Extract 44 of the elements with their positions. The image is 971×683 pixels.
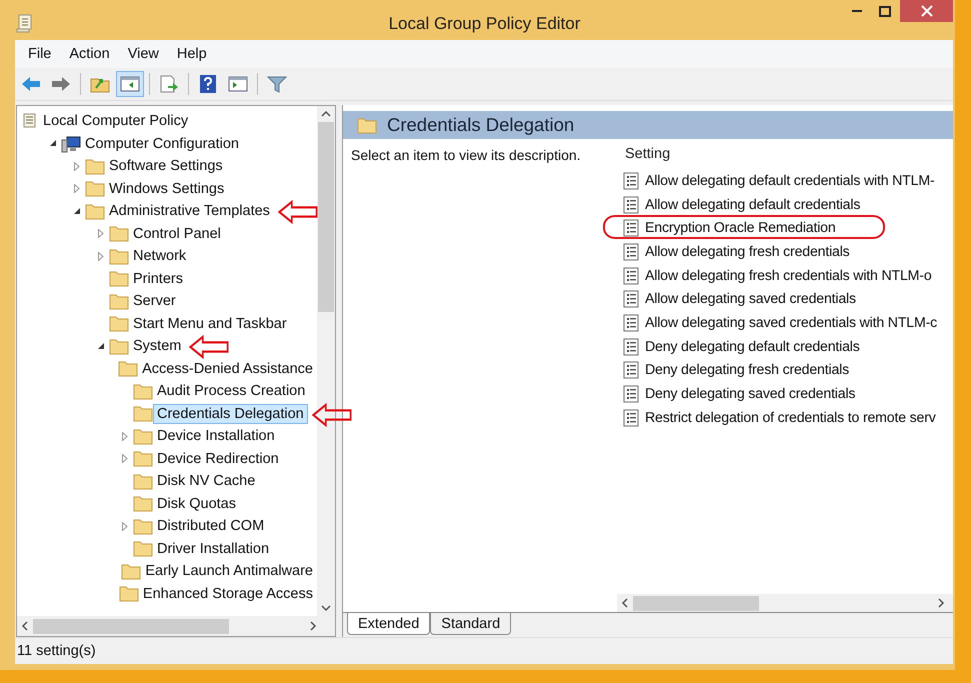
setting-item[interactable]: Allow delegating saved credentials with NTLM-c <box>645 314 938 331</box>
tree-item[interactable]: Enhanced Storage Access <box>138 584 317 604</box>
setting-item[interactable]: Deny delegating fresh credentials <box>645 362 849 378</box>
tree-item[interactable]: Administrative Templates <box>105 201 274 222</box>
setting-item[interactable]: Encryption Oracle Remediation <box>645 220 836 236</box>
pane-title: Credentials Delegation <box>387 114 574 136</box>
view-tab[interactable]: Extended <box>347 613 430 635</box>
tree-item[interactable]: Driver Installation <box>153 538 274 559</box>
tree-item[interactable]: Device Redirection <box>153 448 283 469</box>
menu-item[interactable]: File <box>19 46 60 62</box>
tree-item[interactable]: Server <box>129 291 180 312</box>
description-text: Select an item to view its description. <box>351 147 581 163</box>
tree-item[interactable]: Device Installation <box>153 426 279 446</box>
window-title: Local Group Policy Editor <box>388 14 580 34</box>
setting-item[interactable]: Allow delegating saved credentials <box>645 291 856 308</box>
setting-item[interactable]: Allow delegating default credentials <box>645 196 860 213</box>
tree-item[interactable]: System <box>129 336 186 356</box>
view-tab[interactable]: Standard <box>430 613 512 635</box>
tree-item[interactable]: Printers <box>129 268 187 289</box>
setting-item[interactable]: Restrict delegation of credentials to remote serv <box>645 410 936 426</box>
tree-item[interactable]: Control Panel <box>129 224 225 244</box>
tree-item[interactable]: Distributed COM <box>153 516 268 536</box>
setting-item[interactable]: Allow delegating fresh credentials with NTLM-o <box>645 268 932 284</box>
setting-item[interactable]: Allow delegating fresh credentials <box>645 244 850 260</box>
tree-item[interactable]: Audit Process Creation <box>153 381 310 402</box>
tree-item[interactable]: Computer Configuration <box>81 134 243 154</box>
menu-item[interactable]: Action <box>60 46 119 62</box>
column-header[interactable]: Setting <box>625 146 670 162</box>
tree-item[interactable]: Early Launch Antimalware <box>141 561 317 582</box>
tree-item[interactable]: Credentials Delegation <box>153 404 308 424</box>
tree-item[interactable]: Start Menu and Taskbar <box>129 314 291 334</box>
tree-item[interactable]: Windows Settings <box>105 178 228 199</box>
tree-item[interactable]: Local Computer Policy <box>39 111 192 132</box>
tree-item[interactable]: Disk NV Cache <box>153 471 260 492</box>
tree-item[interactable]: Disk Quotas <box>153 494 240 514</box>
setting-item[interactable]: Allow delegating default credentials with NTLM- <box>645 172 934 189</box>
tree-item[interactable]: Network <box>129 246 190 266</box>
tree-item[interactable]: Software Settings <box>105 156 227 176</box>
setting-item[interactable]: Deny delegating saved credentials <box>645 386 856 402</box>
menu-item[interactable]: Help <box>168 46 216 62</box>
status-text: 11 setting(s) <box>17 643 96 659</box>
menu-item[interactable]: View <box>118 46 168 62</box>
tree-item[interactable]: Access-Denied Assistance <box>138 358 317 379</box>
setting-item[interactable]: Deny delegating default credentials <box>645 338 860 355</box>
